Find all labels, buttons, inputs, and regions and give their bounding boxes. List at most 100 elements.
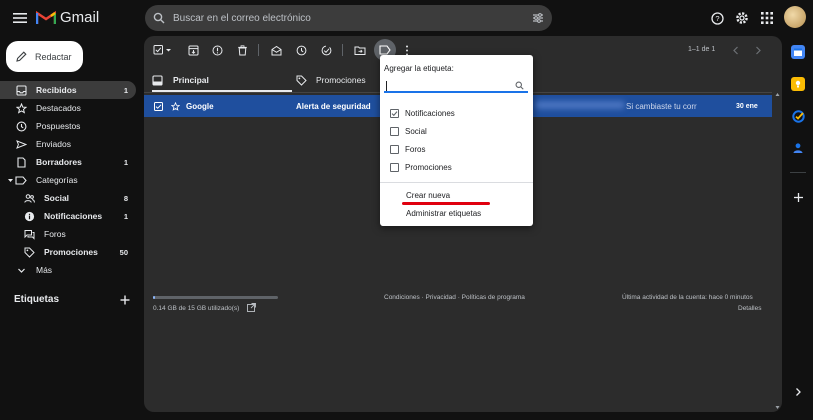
label-option-text: Promociones xyxy=(405,162,452,172)
footer-links[interactable]: Condiciones · Privacidad · Políticas de … xyxy=(384,294,525,301)
email-snippet: Si cambiaste tu corr xyxy=(626,101,697,111)
tab-promotions[interactable]: Promociones xyxy=(296,68,366,92)
label-option-promociones[interactable]: Promociones xyxy=(390,160,452,174)
label-search-input[interactable] xyxy=(384,79,528,93)
label-option-notificaciones[interactable]: Notificaciones xyxy=(390,106,455,120)
sidebar-item-more[interactable]: Más xyxy=(0,261,136,279)
rail-divider xyxy=(790,172,806,173)
sidebar-item-forums[interactable]: Foros xyxy=(0,225,136,243)
search-options-icon[interactable] xyxy=(532,12,544,24)
search-icon[interactable] xyxy=(153,12,165,24)
sidebar-item-starred[interactable]: Destacados xyxy=(0,99,136,117)
scrollbar[interactable] xyxy=(775,92,780,410)
label-option-foros[interactable]: Foros xyxy=(390,142,425,156)
star-toggle-icon[interactable] xyxy=(171,101,180,111)
inbox-icon xyxy=(14,83,28,97)
label-checkbox[interactable] xyxy=(390,162,399,172)
checkbox-dropdown-icon xyxy=(153,45,171,55)
storage-usage-text: 0.14 GB de 15 GB utilizado(s) xyxy=(153,305,240,312)
gmail-logo[interactable]: Gmail xyxy=(36,6,99,28)
sidebar-item-label: Pospuestos xyxy=(36,121,81,131)
menu-divider xyxy=(380,182,533,183)
tag-icon xyxy=(22,245,36,259)
annotation-red-underline xyxy=(402,202,490,205)
help-icon[interactable]: ? xyxy=(709,10,725,26)
toolbar-divider xyxy=(258,44,259,56)
label-checkbox-checked[interactable] xyxy=(390,108,399,118)
prev-page-chevron-icon[interactable] xyxy=(729,43,743,57)
calendar-app-icon[interactable] xyxy=(791,45,805,59)
archive-icon[interactable] xyxy=(186,43,200,57)
info-icon xyxy=(22,209,36,223)
hamburger-icon xyxy=(13,13,27,23)
storage-meter-fill xyxy=(153,296,155,299)
star-icon xyxy=(14,101,28,115)
unread-count: 1 xyxy=(123,157,128,167)
sidebar-item-label: Social xyxy=(44,193,70,203)
sidebar-item-drafts[interactable]: Borradores 1 xyxy=(0,153,136,171)
caret-label-icon xyxy=(6,173,28,187)
search-icon xyxy=(515,81,524,90)
mark-as-unread-icon[interactable] xyxy=(269,43,283,57)
sidebar-item-promotions[interactable]: Promociones 50 xyxy=(0,243,136,261)
settings-gear-icon[interactable] xyxy=(734,10,750,26)
compose-label: Redactar xyxy=(35,51,72,62)
storage-meter xyxy=(153,296,278,299)
snooze-clock-icon[interactable] xyxy=(294,43,308,57)
toolbar-divider xyxy=(342,44,343,56)
add-to-tasks-icon[interactable] xyxy=(319,43,333,57)
create-new-label-button[interactable]: Crear nueva xyxy=(406,191,450,200)
tab-primary[interactable]: Principal xyxy=(152,68,209,92)
keep-notes-icon[interactable] xyxy=(791,77,805,91)
sidebar-item-label: Promociones xyxy=(44,247,98,257)
move-to-folder-icon[interactable] xyxy=(353,43,367,57)
draft-file-icon xyxy=(14,155,28,169)
sidebar-item-social[interactable]: Social 8 xyxy=(0,189,136,207)
sidebar-item-sent[interactable]: Enviados xyxy=(0,135,136,153)
compose-button[interactable]: Redactar xyxy=(6,41,83,72)
apps-grid-icon[interactable] xyxy=(759,10,775,26)
row-checkbox[interactable] xyxy=(154,101,163,111)
main-menu-button[interactable] xyxy=(8,8,32,28)
tasks-app-icon[interactable] xyxy=(791,109,805,123)
get-addons-plus-icon[interactable] xyxy=(791,190,805,204)
unread-count: 1 xyxy=(123,211,128,221)
last-activity-text: Última actividad de la cuenta: hace 0 mi… xyxy=(622,294,753,301)
sidebar-item-label: Recibidos xyxy=(36,85,77,95)
sidebar-item-inbox[interactable]: Recibidos 1 xyxy=(0,81,136,99)
sidebar-item-snoozed[interactable]: Pospuestos xyxy=(0,117,136,135)
people-icon xyxy=(22,191,36,205)
search-bar[interactable]: Buscar en el correo electrónico xyxy=(145,5,552,31)
activity-details-link[interactable]: Detalles xyxy=(738,305,761,312)
unread-count: 8 xyxy=(123,193,128,203)
select-all-checkbox[interactable] xyxy=(152,43,174,57)
sidebar-item-label: Borradores xyxy=(36,157,82,167)
tab-label: Principal xyxy=(173,75,209,85)
label-checkbox[interactable] xyxy=(390,126,399,136)
sidebar-item-label: Notificaciones xyxy=(44,211,103,221)
manage-labels-button[interactable]: Administrar etiquetas xyxy=(406,209,481,218)
account-avatar[interactable] xyxy=(784,6,806,28)
label-menu-title: Agregar la etiqueta: xyxy=(384,64,454,73)
open-external-icon[interactable] xyxy=(247,303,256,312)
label-option-social[interactable]: Social xyxy=(390,124,427,138)
add-label-plus-icon[interactable] xyxy=(119,294,131,306)
report-spam-icon[interactable] xyxy=(210,43,224,57)
label-option-text: Notificaciones xyxy=(405,108,455,118)
delete-trash-icon[interactable] xyxy=(235,43,249,57)
chevron-down-icon xyxy=(14,263,28,277)
pagination-text: 1–1 de 1 xyxy=(688,46,716,53)
sidebar-item-label: Foros xyxy=(44,229,66,239)
label-checkbox[interactable] xyxy=(390,144,399,154)
sidebar-item-categories[interactable]: Categorías xyxy=(0,171,136,189)
clock-icon xyxy=(14,119,28,133)
search-input[interactable]: Buscar en el correo electrónico xyxy=(173,13,532,24)
text-cursor xyxy=(386,81,387,91)
contacts-app-icon[interactable] xyxy=(791,141,805,155)
next-page-chevron-icon[interactable] xyxy=(751,43,765,57)
sidebar-item-label: Enviados xyxy=(36,139,71,149)
inbox-tab-icon xyxy=(152,74,163,86)
expand-side-panel-chevron-icon[interactable] xyxy=(791,385,805,399)
label-option-text: Social xyxy=(405,126,427,136)
sidebar-item-notifications[interactable]: Notificaciones 1 xyxy=(0,207,136,225)
